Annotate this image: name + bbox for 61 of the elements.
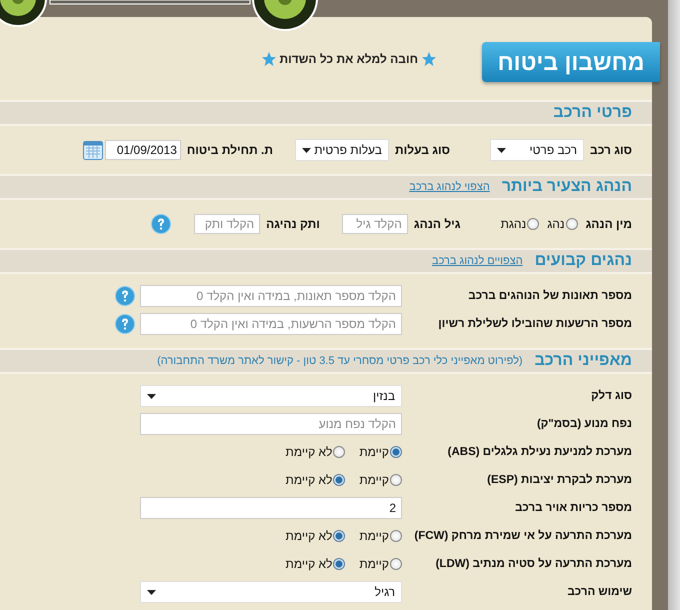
field-label: מספר כריות אויר ברכב	[514, 502, 632, 514]
radio-button[interactable]	[390, 558, 402, 570]
input-field[interactable]: הקלד גיל	[342, 214, 408, 234]
field-label: מערכת למניעת נעילת גלגלים (ABS)	[446, 446, 632, 458]
input-field[interactable]: הקלד מספר תאונות, במידה ואין הקלד 0	[140, 285, 402, 307]
radio-label: קיימת	[359, 473, 389, 487]
caret-icon	[302, 148, 311, 152]
date-field[interactable]: 01/09/2013	[104, 140, 181, 160]
radio-label: נהג	[547, 217, 565, 231]
field-label: סוג בעלות	[394, 143, 450, 157]
caret-icon	[497, 148, 506, 152]
required-notice: חובה למלא את כל השדות	[280, 52, 418, 66]
dropdown[interactable]: בנזין	[140, 385, 402, 407]
radio-button[interactable]	[333, 530, 346, 542]
field-label: מספר הרשעות שהובילו לשלילת רשיון	[437, 318, 632, 330]
section-title: פרטי הרכב	[553, 104, 632, 122]
input-field[interactable]: 2	[140, 497, 402, 519]
input-field[interactable]: הקלד מספר הרשעות, במידה ואין הקלד 0	[140, 313, 402, 335]
field-label: נפח מנוע (בסמ"ק)	[536, 418, 632, 430]
field-label: מין הנהג	[586, 217, 632, 231]
radio-button[interactable]	[527, 218, 540, 230]
field-label: שימוש הרכב	[566, 586, 632, 598]
radio-label: לא קיימת	[286, 445, 332, 459]
input-field[interactable]: הקלד ותק	[194, 214, 260, 234]
field-label: סוג רכב	[590, 143, 632, 157]
radio-label: קיימת	[359, 445, 389, 459]
field-label: מערכת התרעה על אי שמירת מרחק (FCW)	[413, 530, 632, 542]
radio-button[interactable]	[390, 530, 402, 542]
field-label: ת. תחילת ביטוח	[186, 143, 273, 157]
radio-button[interactable]	[390, 446, 402, 458]
radio-button[interactable]	[333, 474, 346, 486]
section-title: מאפייני הרכב	[534, 352, 632, 370]
field-label: סוג דלק	[590, 390, 632, 402]
field-label: ותק נהיגה	[266, 217, 320, 231]
field-label: מערכת התרעה על סטיה מנתיב (LDW)	[434, 558, 632, 570]
radio-button[interactable]	[333, 446, 346, 458]
field-label: גיל הנהג	[414, 217, 461, 231]
star-icon	[422, 52, 436, 66]
radio-label: קיימת	[359, 557, 389, 571]
input-field[interactable]: הקלד נפח מנוע	[140, 413, 402, 435]
caret-icon	[147, 394, 156, 398]
star-icon	[262, 52, 276, 66]
calendar-icon	[82, 140, 103, 160]
radio-label: קיימת	[359, 529, 389, 543]
scrollbar[interactable]	[668, 0, 680, 610]
radio-button[interactable]	[333, 558, 346, 570]
page-title: מחשבון ביטוח	[482, 42, 660, 82]
section-title: נהגים קבועים	[534, 252, 632, 270]
dropdown[interactable]: רגיל	[140, 581, 402, 603]
field-label: מספר תאונות של הנוהגים ברכב	[467, 290, 632, 302]
radio-label: לא קיימת	[286, 529, 332, 543]
section-title: הנהג הצעיר ביותר	[502, 178, 632, 196]
dropdown[interactable]: רכב פרטי	[490, 139, 584, 161]
caret-icon	[147, 590, 156, 594]
field-label: מערכת לבקרת יציבות (ESP)	[486, 474, 632, 486]
dropdown[interactable]: בעלות פרטית	[294, 139, 389, 161]
radio-label: נהגת	[500, 217, 526, 231]
radio-button[interactable]	[566, 218, 578, 230]
radio-label: לא קיימת	[286, 557, 332, 571]
radio-button[interactable]	[390, 474, 402, 486]
radio-label: לא קיימת	[286, 473, 332, 487]
